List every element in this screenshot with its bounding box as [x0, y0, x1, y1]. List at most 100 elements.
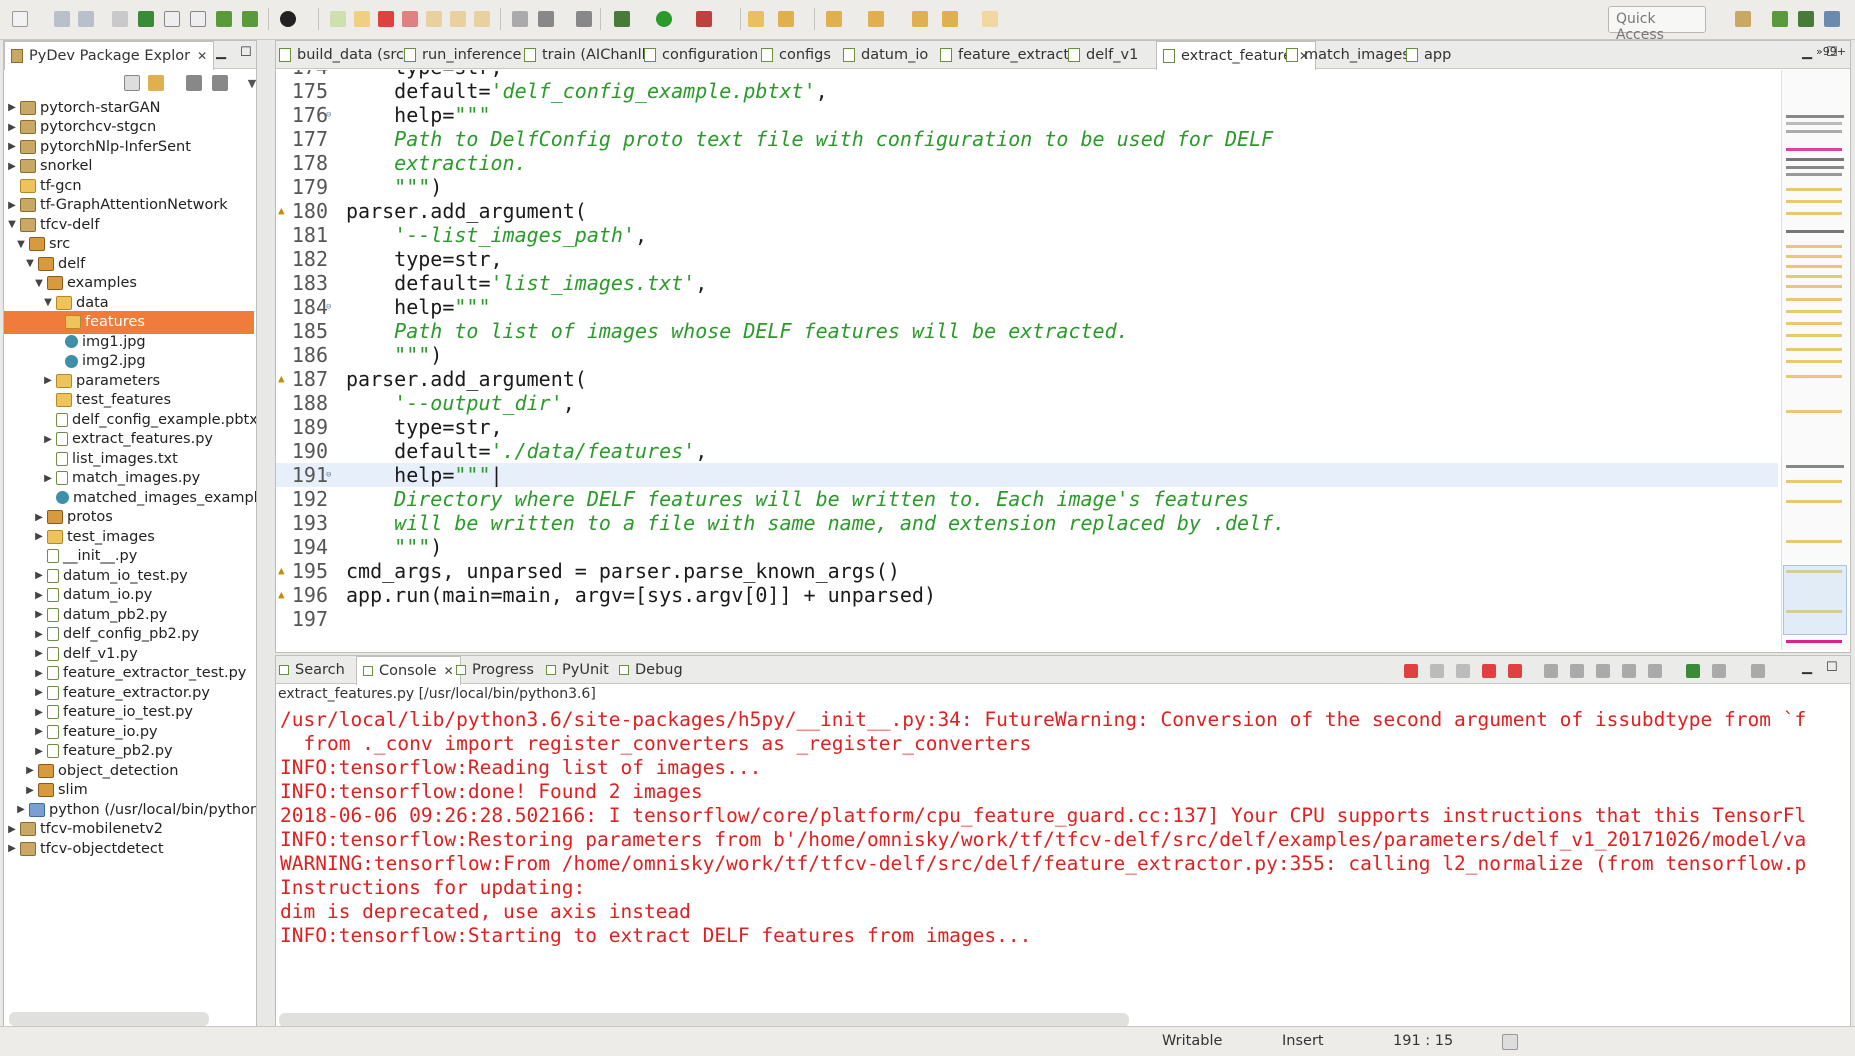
suspend-icon[interactable] — [352, 9, 372, 29]
step-return-icon[interactable] — [472, 9, 492, 29]
stop-all-icon[interactable] — [1508, 664, 1522, 678]
clear-console-icon[interactable] — [1544, 664, 1558, 678]
console-tab[interactable]: PyUnit — [546, 656, 609, 684]
minimize-icon[interactable]: ▁ — [216, 45, 226, 60]
close-icon[interactable]: ✕ — [197, 49, 207, 63]
collapsed-icon[interactable]: ▶ — [24, 785, 36, 796]
collapsed-icon[interactable]: ▶ — [33, 707, 45, 718]
terminate-icon[interactable] — [1404, 664, 1418, 678]
editor-tab[interactable]: app — [1406, 41, 1451, 69]
edit-icon[interactable] — [162, 9, 182, 29]
open-folder-icon[interactable] — [746, 9, 766, 29]
terminate-icon[interactable] — [376, 9, 396, 29]
collapsed-icon[interactable]: ▶ — [42, 375, 54, 386]
remove-all-icon[interactable] — [1456, 664, 1470, 678]
filter-icon[interactable] — [184, 73, 204, 93]
back-icon[interactable] — [940, 9, 960, 29]
expanded-icon[interactable]: ▼ — [24, 258, 36, 269]
collapsed-icon[interactable]: ▶ — [33, 726, 45, 737]
collapsed-icon[interactable]: ▶ — [42, 473, 54, 484]
step-over-icon[interactable] — [448, 9, 468, 29]
expanded-icon[interactable]: ▼ — [6, 219, 18, 230]
resume-icon[interactable] — [328, 9, 348, 29]
remove-launch-icon[interactable] — [1430, 664, 1444, 678]
collapsed-icon[interactable]: ▶ — [33, 687, 45, 698]
maximize-icon[interactable]: ☐ — [1826, 660, 1838, 675]
fold-icon[interactable]: ⊖ — [326, 295, 331, 319]
editor-tab[interactable]: build_data (src — [279, 41, 404, 69]
console-tab[interactable]: Search — [279, 656, 345, 684]
console-tab[interactable]: Progress — [456, 656, 534, 684]
open-perspective-icon[interactable] — [1733, 9, 1753, 29]
expanded-icon[interactable]: ▼ — [15, 239, 27, 250]
editor-tab[interactable]: datum_io — [843, 41, 928, 69]
collapsed-icon[interactable]: ▶ — [6, 824, 18, 835]
editor-tab[interactable]: configs — [761, 41, 831, 69]
tree-item[interactable]: ▶ tfcv-objectdetect — [4, 837, 254, 860]
collapsed-icon[interactable]: ▶ — [33, 648, 45, 659]
collapsed-icon[interactable]: ▶ — [33, 609, 45, 620]
collapsed-icon[interactable]: ▶ — [33, 668, 45, 679]
code-editor[interactable]: 174 type=str,175 default='delf_config_ex… — [276, 70, 1778, 650]
format-icon[interactable] — [510, 9, 530, 29]
collapsed-icon[interactable]: ▶ — [6, 200, 18, 211]
collapsed-icon[interactable]: ▶ — [6, 161, 18, 172]
new-console-icon[interactable] — [1751, 664, 1765, 678]
pin-console-icon[interactable] — [1686, 664, 1700, 678]
pydev-project-icon[interactable] — [240, 9, 260, 29]
minimize-icon[interactable]: ▁ — [1802, 660, 1812, 675]
collapsed-icon[interactable]: ▶ — [6, 122, 18, 133]
step-into-icon[interactable] — [424, 9, 444, 29]
new-icon[interactable] — [10, 9, 30, 29]
editor-tab[interactable]: run_inference — [404, 41, 521, 69]
collapsed-icon[interactable]: ▶ — [24, 765, 36, 776]
pen-icon[interactable] — [776, 9, 796, 29]
save-icon[interactable] — [52, 9, 72, 29]
maximize-icon[interactable]: ☐ — [240, 45, 252, 60]
console-pin-icon[interactable] — [536, 9, 556, 29]
display-console-icon[interactable] — [1712, 664, 1726, 678]
collapsed-icon[interactable]: ▶ — [33, 512, 45, 523]
word-wrap-icon[interactable] — [1596, 664, 1610, 678]
quick-access-input[interactable]: Quick Access — [1608, 6, 1706, 43]
external-tools-icon[interactable] — [574, 9, 594, 29]
forward-icon[interactable] — [980, 9, 1000, 29]
tasks-icon[interactable] — [188, 9, 208, 29]
pydev-perspective-icon[interactable] — [1770, 9, 1790, 29]
console-tab[interactable]: Debug — [619, 656, 683, 684]
debug-target-icon[interactable] — [278, 9, 298, 29]
debug-icon[interactable] — [612, 9, 632, 29]
overview-ruler[interactable] — [1781, 70, 1849, 650]
expanded-icon[interactable]: ▼ — [42, 297, 54, 308]
pydev-module-icon[interactable] — [214, 9, 234, 29]
close-icon[interactable]: ✕ — [444, 664, 454, 678]
scroll-lock-icon[interactable] — [1570, 664, 1584, 678]
view-menu-icon[interactable]: ▼ — [242, 73, 262, 93]
prev-annotation-icon[interactable] — [866, 9, 886, 29]
memory-icon[interactable] — [1500, 1032, 1520, 1052]
console-output[interactable]: /usr/local/lib/python3.6/site-packages/h… — [280, 708, 1840, 1028]
show-stderr-icon[interactable] — [1648, 664, 1662, 678]
expanded-icon[interactable]: ▼ — [33, 278, 45, 289]
clear-red-icon[interactable] — [1482, 664, 1496, 678]
collapsed-icon[interactable]: ▶ — [33, 629, 45, 640]
collapsed-icon[interactable]: ▶ — [42, 434, 54, 445]
horizontal-scrollbar[interactable] — [279, 1013, 1129, 1027]
fold-icon[interactable]: ⊖ — [326, 103, 331, 127]
collapsed-icon[interactable]: ▶ — [33, 570, 45, 581]
editor-tab[interactable]: configuration — [644, 41, 758, 69]
toggle-mark-icon[interactable] — [110, 9, 130, 29]
collapsed-icon[interactable]: ▶ — [6, 843, 18, 854]
editor-tab[interactable]: match_images — [1286, 41, 1410, 69]
collapsed-icon[interactable]: ▶ — [33, 746, 45, 757]
coverage-icon[interactable] — [694, 9, 714, 29]
collapsed-icon[interactable]: ▶ — [33, 531, 45, 542]
collapse-all-icon[interactable] — [122, 73, 142, 93]
show-stdout-icon[interactable] — [1622, 664, 1636, 678]
save-all-icon[interactable] — [76, 9, 96, 29]
editor-tab[interactable]: delf_v1 — [1068, 41, 1138, 69]
debug-perspective-icon[interactable] — [1796, 9, 1816, 29]
link-editor-icon[interactable] — [146, 73, 166, 93]
explorer-tab[interactable]: PyDev Package Explor ✕ — [4, 41, 215, 70]
last-edit-icon[interactable] — [910, 9, 930, 29]
